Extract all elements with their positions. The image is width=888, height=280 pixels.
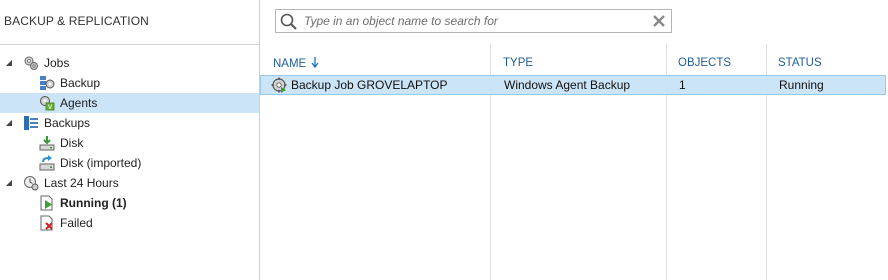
- failed-x-icon: [40, 215, 53, 231]
- pane-title: BACKUP & REPLICATION: [4, 14, 149, 28]
- search-icon[interactable]: [280, 13, 297, 30]
- search-box[interactable]: [275, 9, 672, 33]
- tree-item-label: Backup: [60, 76, 101, 90]
- cell-type: Windows Agent Backup: [504, 78, 631, 92]
- column-header-type[interactable]: TYPE: [503, 57, 533, 69]
- backup-job-icon: [40, 76, 55, 90]
- tree-item-label: Disk (imported): [60, 156, 142, 170]
- job-gear-icon: [271, 77, 287, 93]
- backups-icon: [24, 116, 38, 130]
- tree-item-label: Backups: [44, 116, 91, 130]
- cell-objects: 1: [679, 78, 686, 92]
- tree-item-label: Disk: [60, 136, 84, 150]
- tree-item-label: Running (1): [60, 196, 127, 210]
- expand-arrow-icon[interactable]: ◢: [4, 113, 14, 133]
- column-header-objects[interactable]: OBJECTS: [678, 57, 731, 69]
- navigation-pane: BACKUP & REPLICATION ◢ Jobs Backup V Age…: [0, 0, 260, 280]
- tree-item-failed[interactable]: Failed: [0, 213, 259, 233]
- tree-item-backup[interactable]: Backup: [0, 73, 259, 93]
- clock-gear-icon: [24, 176, 39, 191]
- tree-item-label: Jobs: [44, 56, 70, 70]
- tree-item-running[interactable]: Running (1): [0, 193, 259, 213]
- cell-status: Running: [779, 78, 824, 92]
- table-row[interactable]: Backup Job GROVELAPTOP Windows Agent Bac…: [260, 75, 886, 95]
- tree-item-backups[interactable]: ◢ Backups: [0, 113, 259, 133]
- pane-divider: [0, 44, 259, 45]
- tree-item-disk-imported[interactable]: Disk (imported): [0, 153, 259, 173]
- gears-icon: [24, 56, 38, 70]
- tree-item-label: Last 24 Hours: [44, 176, 119, 190]
- clear-x-icon[interactable]: [652, 14, 666, 28]
- tree-item-label: Failed: [60, 216, 93, 230]
- column-header-label: NAME: [273, 58, 307, 70]
- tree-item-last-24-hours[interactable]: ◢ Last 24 Hours: [0, 173, 259, 193]
- tree-item-agents[interactable]: V Agents: [0, 93, 259, 113]
- tree-item-jobs[interactable]: ◢ Jobs: [0, 53, 259, 73]
- navigation-tree: ◢ Jobs Backup V Agents ◢ Backups Disk Di…: [0, 53, 259, 233]
- expand-arrow-icon[interactable]: ◢: [4, 173, 14, 193]
- column-header-status[interactable]: STATUS: [778, 57, 822, 69]
- tree-item-disk[interactable]: Disk: [0, 133, 259, 153]
- expand-arrow-icon[interactable]: ◢: [4, 53, 14, 73]
- column-header-name[interactable]: NAME: [273, 57, 319, 70]
- cell-name: Backup Job GROVELAPTOP: [291, 78, 448, 92]
- sort-descending-icon: [311, 57, 319, 68]
- disk-import-icon: [39, 155, 55, 171]
- running-play-icon: [40, 195, 53, 211]
- results-grid: NAME TYPE OBJECTS STATUS Backup Job GROV…: [260, 44, 888, 280]
- agent-job-icon: V: [40, 96, 55, 111]
- tree-item-label: Agents: [60, 96, 98, 110]
- search-input[interactable]: [304, 12, 644, 30]
- disk-download-icon: [39, 136, 55, 151]
